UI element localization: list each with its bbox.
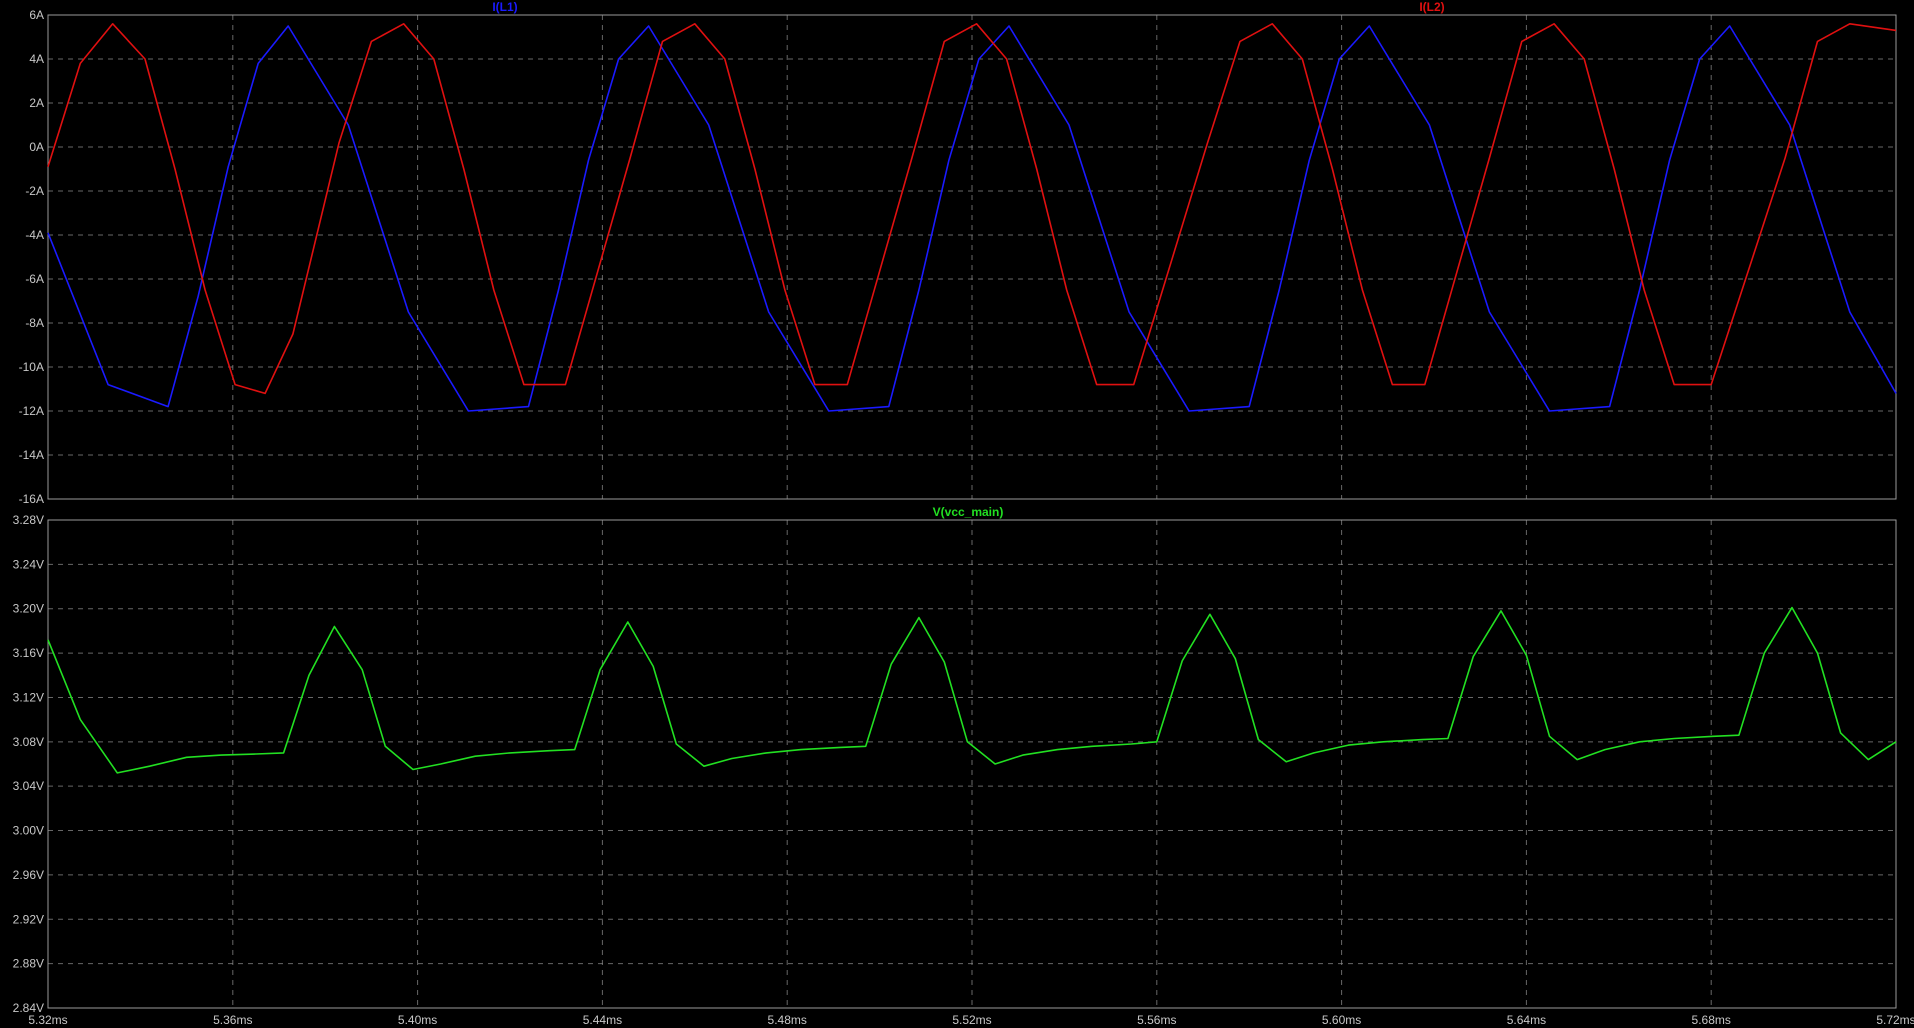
x-tick-label: 5.72ms (1876, 1013, 1914, 1027)
y-tick-label: 2A (29, 96, 44, 110)
y-tick-label: -12A (19, 404, 44, 418)
x-tick-label: 5.40ms (398, 1013, 437, 1027)
plot-panel-1: 6A 4A 2A 0A -2A -4A -6A -8A -10A -12A -14A -16A I(L1… (19, 0, 1897, 506)
x-tick-label: 5.44ms (583, 1013, 622, 1027)
y-tick-label: 2.96V (13, 868, 44, 882)
plot-panel-2: 3.28V 3.24V 3.20V 3.16V 3.12V 3.08V 3.04V 3.00V… (13, 505, 1914, 1027)
y-tick-label: -8A (25, 316, 44, 330)
y-tick-label: 3.00V (13, 824, 44, 838)
y-tick-label: 3.12V (13, 690, 44, 704)
y-tick-label: -2A (25, 184, 44, 198)
y-tick-label: 6A (29, 8, 44, 22)
y-tick-label: 3.28V (13, 513, 44, 527)
x-tick-label: 5.68ms (1692, 1013, 1731, 1027)
y-tick-label: 3.16V (13, 646, 44, 660)
y-tick-label: 2.88V (13, 957, 44, 971)
y-tick-label: -16A (19, 492, 44, 506)
y-tick-label: 3.24V (13, 557, 44, 571)
x-tick-label: 5.64ms (1507, 1013, 1546, 1027)
y-tick-label: -14A (19, 448, 44, 462)
waveform-plot: 6A 4A 2A 0A -2A -4A -6A -8A -10A -12A -14A -16A I(L1… (13, 0, 1914, 1027)
trace-label-i-l2: I(L2) (1419, 0, 1444, 14)
x-tick-label: 5.48ms (768, 1013, 807, 1027)
y-tick-label: 2.92V (13, 912, 44, 926)
x-tick-label: 5.56ms (1137, 1013, 1176, 1027)
y-tick-label: 3.08V (13, 735, 44, 749)
trace-label-i-l1: I(L1) (492, 0, 517, 14)
y-tick-label: -4A (25, 228, 44, 242)
y-tick-label: -10A (19, 360, 44, 374)
trace-label-v-vcc-main: V(vcc_main) (933, 505, 1004, 519)
y-tick-label: 3.20V (13, 602, 44, 616)
x-tick-label: 5.60ms (1322, 1013, 1361, 1027)
y-tick-label: 4A (29, 52, 44, 66)
x-tick-label: 5.36ms (213, 1013, 252, 1027)
x-tick-label: 5.52ms (952, 1013, 991, 1027)
x-tick-label: 5.32ms (28, 1013, 67, 1027)
y-tick-label: -6A (25, 272, 44, 286)
y-tick-label: 3.04V (13, 779, 44, 793)
y-tick-label: 0A (29, 140, 44, 154)
